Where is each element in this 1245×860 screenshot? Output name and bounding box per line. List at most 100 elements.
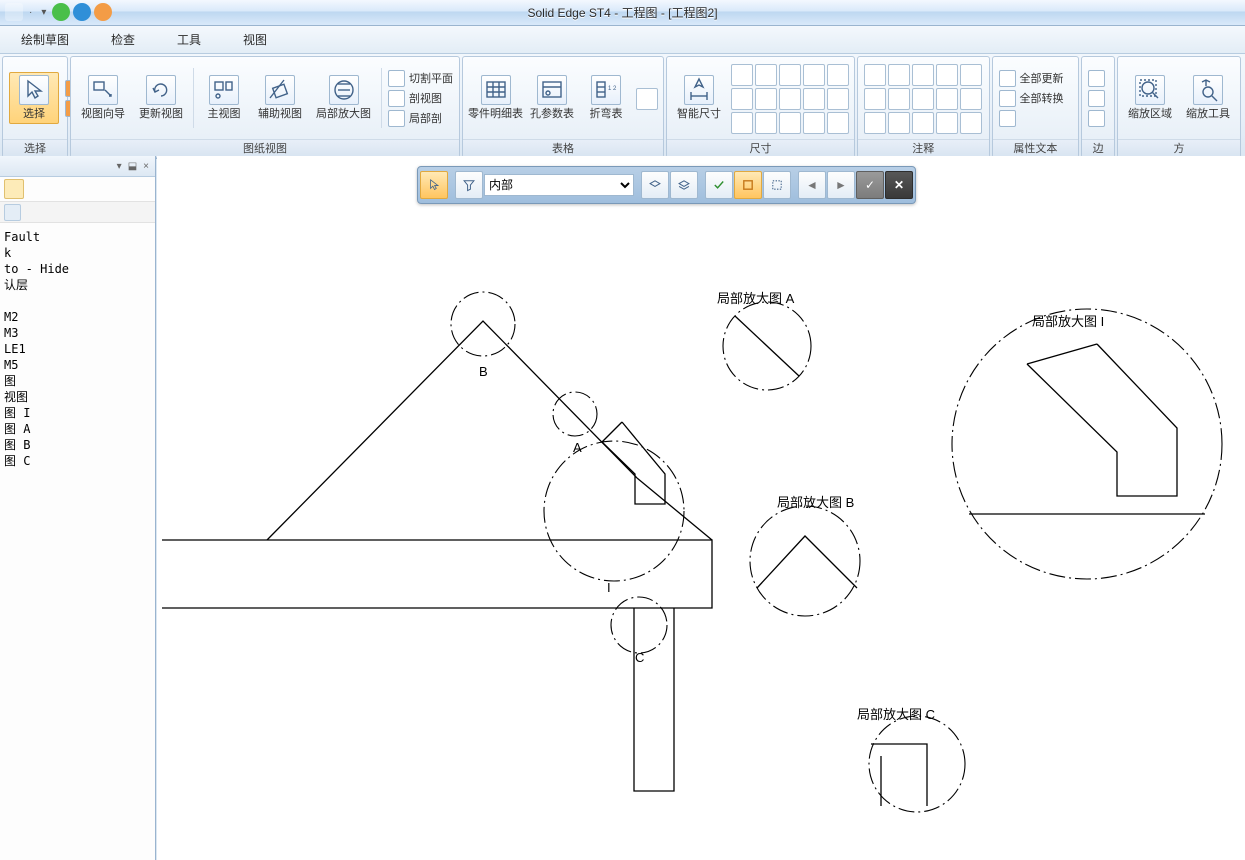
dim-tool-4[interactable] [803,64,825,86]
dim-tool-3[interactable] [779,64,801,86]
menu-inspect[interactable]: 检查 [105,27,141,52]
panel-dropdown-icon[interactable]: ▾ [117,161,122,172]
tree-line[interactable]: M2 [4,310,18,324]
smart-dim-button[interactable]: 智能尺寸 [673,73,725,123]
update-view-button[interactable]: 更新视图 [135,73,187,123]
panel-pin-icon[interactable]: ⬓ [128,161,137,172]
principal-view-icon [209,75,239,105]
parts-list-button[interactable]: 零件明细表 [469,73,522,123]
anno-tool-13[interactable] [912,112,934,134]
tree-line[interactable]: 图 [4,374,16,388]
anno-tool-5[interactable] [960,64,982,86]
attr-extra-button[interactable] [999,110,1064,127]
edge-tool-1[interactable] [1088,70,1105,87]
section-view-button[interactable]: 剖视图 [388,90,453,107]
ribbon-group-zoom: 缩放区域 缩放工具 方 [1117,56,1241,158]
aux-view-icon [265,75,295,105]
drawing-canvas[interactable]: 内部 ◄ ► ✓ ✕ .thin { stroke:#000; stroke-w… [157,156,1245,860]
zoom-tool-button[interactable]: 缩放工具 [1182,73,1234,123]
anno-tool-11[interactable] [864,112,886,134]
dim-tool-7[interactable] [755,88,777,110]
dim-tool-2[interactable] [755,64,777,86]
ribbon-group-annotation: 注释 [857,56,990,158]
tree-line[interactable]: to - Hide [4,262,69,276]
detail-title-I: 局部放大图 I [1032,311,1104,330]
dim-tool-9[interactable] [803,88,825,110]
anno-tool-3[interactable] [912,64,934,86]
anno-tool-1[interactable] [864,64,886,86]
dim-tool-8[interactable] [779,88,801,110]
qat-icon-1[interactable] [52,3,70,21]
dim-tool-5[interactable] [827,64,849,86]
anno-tool-15[interactable] [960,112,982,134]
panel-close-icon[interactable]: × [143,161,149,172]
view-wizard-icon [88,75,118,105]
ribbon-group-dimension: 智能尺寸 尺寸 [666,56,855,158]
principal-view-button[interactable]: 主视图 [200,73,248,123]
dim-tool-1[interactable] [731,64,753,86]
tree-mode-button[interactable] [4,179,24,199]
qat-icon-3[interactable] [94,3,112,21]
anno-tool-8[interactable] [912,88,934,110]
dim-tool-11[interactable] [731,112,753,134]
tree-line[interactable]: Fault [4,230,40,244]
tables-extra-icon[interactable] [636,88,658,110]
menu-tools[interactable]: 工具 [171,27,207,52]
tree-line[interactable]: 图 B [4,438,30,452]
convert-all-button[interactable]: 全部转换 [999,90,1064,107]
tree-line[interactable]: 图 C [4,454,30,468]
anno-tool-9[interactable] [936,88,958,110]
aux-view-button[interactable]: 辅助视图 [254,73,306,123]
left-panel: ▾ ⬓ × Fault k to - Hide 认层 M2 M3 LE1 M5 … [0,156,156,860]
view-wizard-button[interactable]: 视图向导 [77,73,129,123]
edge-tool-3[interactable] [1088,110,1105,127]
tree-line[interactable]: LE1 [4,342,26,356]
callout-label-C: C [635,650,644,665]
tree-filter-button[interactable] [4,204,21,221]
tree-line[interactable]: 图 A [4,422,30,436]
anno-tool-6[interactable] [864,88,886,110]
select-button[interactable]: 选择 [9,72,59,124]
edge-tool-2[interactable] [1088,90,1105,107]
menu-sketch[interactable]: 绘制草图 [15,27,75,52]
hole-table-button[interactable]: 孔参数表 [528,73,576,123]
anno-tool-10[interactable] [960,88,982,110]
tree-line[interactable]: k [4,246,11,260]
dim-tool-13[interactable] [779,112,801,134]
zoom-area-button[interactable]: 缩放区域 [1124,73,1176,123]
quick-access-toolbar: · ▾ [5,3,112,21]
cut-plane-button[interactable]: 切割平面 [388,70,453,87]
hole-table-icon [537,75,567,105]
dim-tool-14[interactable] [803,112,825,134]
ribbon-group-tables: 零件明细表 孔参数表 1 2 折弯表 表格 [462,56,664,158]
tree-line[interactable]: 认层 [4,278,28,292]
qat-dropdown[interactable]: ▾ [41,7,46,18]
ribbon-group-attr-text: 全部更新 全部转换 属性文本 [992,56,1080,158]
tree-line[interactable]: 图 I [4,406,30,420]
convert-all-icon [999,90,1016,107]
detail-view-button[interactable]: 局部放大图 [312,73,375,123]
dim-tool-10[interactable] [827,88,849,110]
qat-icon-2[interactable] [73,3,91,21]
feature-tree[interactable]: Fault k to - Hide 认层 M2 M3 LE1 M5 图 视图 图… [0,223,155,475]
tree-line[interactable]: 视图 [4,390,28,404]
anno-tool-2[interactable] [888,64,910,86]
qat-app-icon[interactable] [5,3,23,21]
dim-tool-15[interactable] [827,112,849,134]
cursor-icon [19,75,49,105]
anno-tool-7[interactable] [888,88,910,110]
dim-tool-6[interactable] [731,88,753,110]
window-title: Solid Edge ST4 - 工程图 - [工程图2] [527,4,717,21]
tree-line[interactable]: M5 [4,358,18,372]
update-all-button[interactable]: 全部更新 [999,70,1064,87]
anno-tool-12[interactable] [888,112,910,134]
dim-tool-12[interactable] [755,112,777,134]
anno-tool-14[interactable] [936,112,958,134]
bend-table-button[interactable]: 1 2 折弯表 [582,73,630,123]
svg-text:1 2: 1 2 [608,86,617,92]
tree-line[interactable]: M3 [4,326,18,340]
broken-section-button[interactable]: 局部剖 [388,110,453,127]
menu-view[interactable]: 视图 [237,27,273,52]
anno-tool-4[interactable] [936,64,958,86]
detail-title-C: 局部放大图 C [857,704,935,723]
